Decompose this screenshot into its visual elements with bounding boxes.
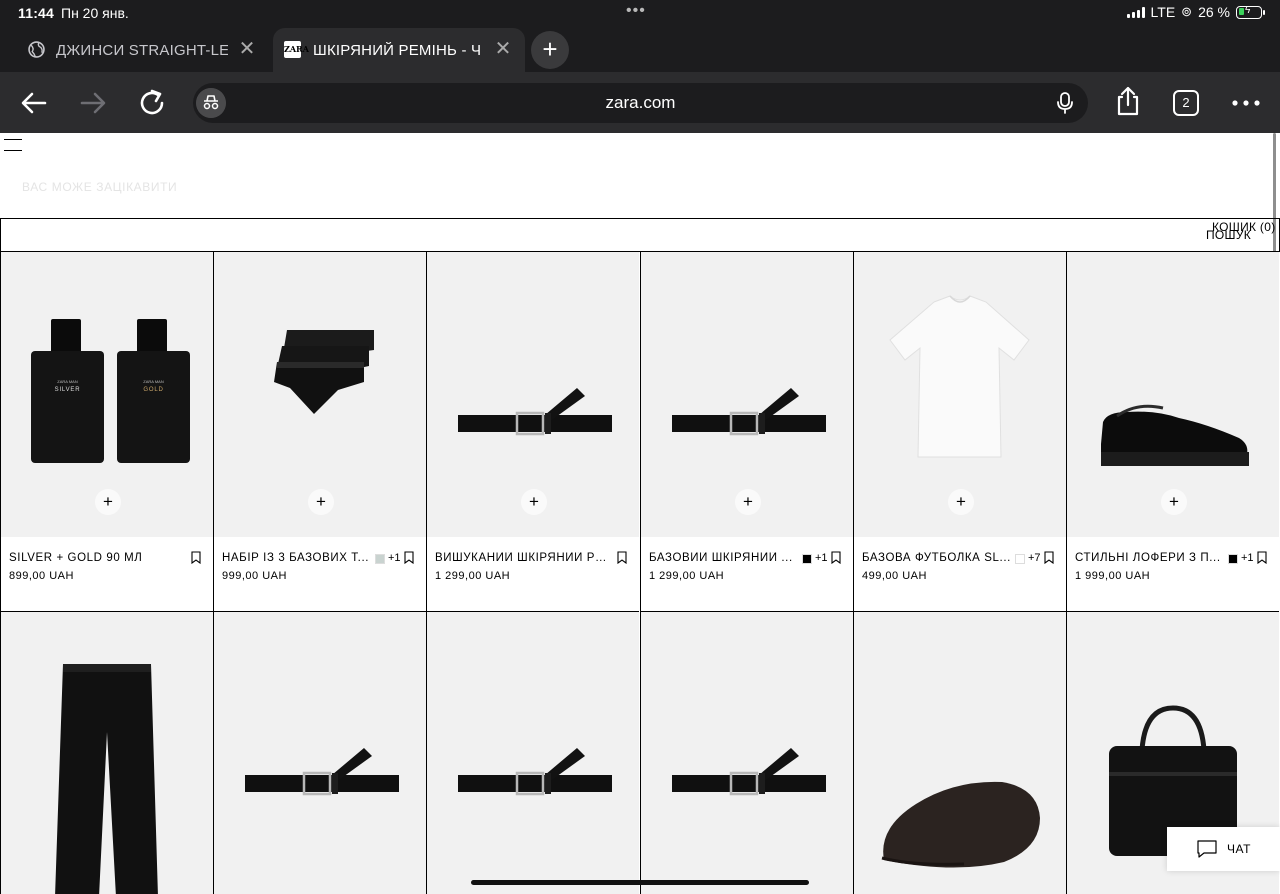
web-page: ВАС МОЖЕ ЗАЦІКАВИТИ КОШИК (0) ПОШУК ZARA… — [0, 133, 1280, 894]
tab-label: ДЖИНСИ STRAIGHT-LE — [56, 41, 228, 59]
more-options-icon[interactable] — [1230, 87, 1262, 119]
product-image[interactable] — [427, 612, 639, 894]
tab-strip: ДЖИНСИ STRAIGHT-LE ✕ ZARA ШКІРЯНИЙ РЕМІН… — [0, 28, 1280, 72]
tab-label: ШКІРЯНИЙ РЕМІНЬ - Ч — [313, 41, 482, 59]
multitasking-dots-icon[interactable]: ••• — [626, 2, 646, 20]
signal-icon — [1126, 6, 1145, 18]
product-card[interactable] — [0, 612, 213, 894]
product-card[interactable] — [426, 612, 639, 894]
product-price: 1 299,00 UAH — [435, 570, 511, 582]
chat-label: ЧАТ — [1227, 842, 1251, 856]
battery-fill — [1238, 8, 1245, 15]
color-swatch[interactable] — [375, 554, 385, 564]
battery-icon: ϟ — [1236, 4, 1265, 19]
browser-chrome: 11:44 Пн 20 янв. ••• LTE ⊚ 26 % ϟ ДЖИНСИ… — [0, 0, 1280, 133]
battery-percent: 26 % — [1198, 4, 1230, 20]
product-card[interactable] — [853, 612, 1066, 894]
product-image[interactable] — [641, 612, 853, 894]
network-type: LTE — [1150, 4, 1176, 20]
svg-text:ZARA MAN: ZARA MAN — [143, 379, 164, 384]
color-swatch[interactable] — [802, 554, 812, 564]
microphone-icon[interactable] — [1055, 92, 1075, 114]
color-swatch[interactable] — [1015, 554, 1025, 564]
product-card[interactable]: + ВИШУКАНИЙ ШКІРЯНИЙ РЕ... 1 299,00 UAH — [426, 252, 639, 612]
product-card[interactable]: + БАЗОВИЙ ШКІРЯНИЙ ... 1 299,00 UAH +1 — [640, 252, 853, 612]
product-price: 499,00 UAH — [862, 570, 927, 582]
more-colors-count[interactable]: +7 — [1028, 552, 1041, 564]
tab-switcher-button[interactable]: 2 — [1173, 90, 1199, 116]
recommendations-title: ВАС МОЖЕ ЗАЦІКАВИТИ — [22, 180, 178, 194]
add-to-cart-button[interactable]: + — [95, 489, 121, 515]
orientation-lock-icon: ⊚ — [1181, 4, 1193, 19]
reload-icon[interactable] — [136, 87, 168, 119]
toolbar: zara.com 2 — [0, 72, 1280, 133]
product-image[interactable] — [1, 612, 213, 894]
bookmark-icon[interactable] — [191, 551, 201, 564]
bookmark-icon[interactable] — [404, 551, 414, 564]
product-price: 999,00 UAH — [222, 570, 287, 582]
product-name[interactable]: СТИЛЬНІ ЛОФЕРИ З П... — [1075, 552, 1225, 564]
add-to-cart-button[interactable]: + — [1161, 489, 1187, 515]
product-name[interactable]: SILVER + GOLD 90 МЛ — [9, 552, 181, 564]
product-image[interactable] — [214, 612, 426, 894]
close-tab-icon[interactable]: ✕ — [493, 39, 513, 59]
product-price: 899,00 UAH — [9, 570, 74, 582]
charging-icon: ϟ — [1245, 4, 1251, 16]
tab-jeans[interactable]: ДЖИНСИ STRAIGHT-LE ✕ — [0, 28, 270, 72]
product-name[interactable]: НАБІР ІЗ 3 БАЗОВИХ Т... — [222, 552, 372, 564]
svg-text:SILVER: SILVER — [55, 387, 81, 393]
status-date: Пн 20 янв. — [61, 5, 129, 21]
product-name[interactable]: ВИШУКАНИЙ ШКІРЯНИЙ РЕ... — [435, 552, 607, 564]
new-tab-button[interactable]: + — [531, 31, 569, 69]
svg-text:GOLD: GOLD — [143, 387, 163, 393]
add-to-cart-button[interactable]: + — [308, 489, 334, 515]
tab-belt[interactable]: ZARA ШКІРЯНИЙ РЕМІНЬ - Ч ✕ — [273, 28, 525, 72]
product-price: 1 999,00 UAH — [1075, 570, 1151, 582]
bookmark-icon[interactable] — [831, 551, 841, 564]
bookmark-icon[interactable] — [1044, 551, 1054, 564]
product-card[interactable]: + СТИЛЬНІ ЛОФЕРИ З П... 1 999,00 UAH +1 — [1066, 252, 1279, 612]
product-name[interactable]: БАЗОВИЙ ШКІРЯНИЙ ... — [649, 552, 799, 564]
search-link[interactable]: ПОШУК — [1206, 228, 1251, 242]
product-card[interactable]: ZARA MAN SILVER ZARA MAN GOLD + SILVER +… — [0, 252, 213, 612]
status-bar: 11:44 Пн 20 янв. ••• LTE ⊚ 26 % ϟ — [0, 0, 1280, 26]
color-swatch[interactable] — [1228, 554, 1238, 564]
add-to-cart-button[interactable]: + — [735, 489, 761, 515]
more-colors-count[interactable]: +1 — [815, 552, 828, 564]
bookmark-icon[interactable] — [617, 551, 627, 564]
svg-text:ZARA MAN: ZARA MAN — [57, 379, 78, 384]
status-time: 11:44 — [18, 5, 55, 21]
forward-icon[interactable] — [77, 87, 109, 119]
status-right: LTE ⊚ 26 % ϟ — [1126, 4, 1265, 20]
address-bar[interactable]: zara.com — [193, 83, 1088, 123]
chat-bubble-icon — [1197, 840, 1217, 858]
add-to-cart-button[interactable]: + — [948, 489, 974, 515]
back-icon[interactable] — [18, 87, 50, 119]
more-colors-count[interactable]: +1 — [1241, 552, 1254, 564]
product-price: 1 299,00 UAH — [649, 570, 725, 582]
close-tab-icon[interactable]: ✕ — [237, 39, 257, 59]
product-card[interactable]: + НАБІР ІЗ 3 БАЗОВИХ Т... 999,00 UAH +1 — [213, 252, 426, 612]
share-icon[interactable] — [1112, 85, 1144, 117]
product-card[interactable] — [640, 612, 853, 894]
globe-icon — [28, 41, 45, 58]
more-colors-count[interactable]: +1 — [388, 552, 401, 564]
hamburger-menu-icon[interactable] — [4, 139, 22, 153]
header-bar — [0, 218, 1280, 252]
product-image[interactable] — [854, 612, 1066, 894]
product-card[interactable]: + БАЗОВА ФУТБОЛКА SL... 499,00 UAH +7 — [853, 252, 1066, 612]
add-to-cart-button[interactable]: + — [521, 489, 547, 515]
zara-favicon-icon: ZARA — [284, 41, 309, 58]
product-name[interactable]: БАЗОВА ФУТБОЛКА SL... — [862, 552, 1012, 564]
chat-button[interactable]: ЧАТ — [1167, 827, 1280, 871]
product-card[interactable] — [213, 612, 426, 894]
url-text: zara.com — [605, 93, 676, 112]
bookmark-icon[interactable] — [1257, 551, 1267, 564]
home-indicator[interactable] — [471, 880, 809, 885]
